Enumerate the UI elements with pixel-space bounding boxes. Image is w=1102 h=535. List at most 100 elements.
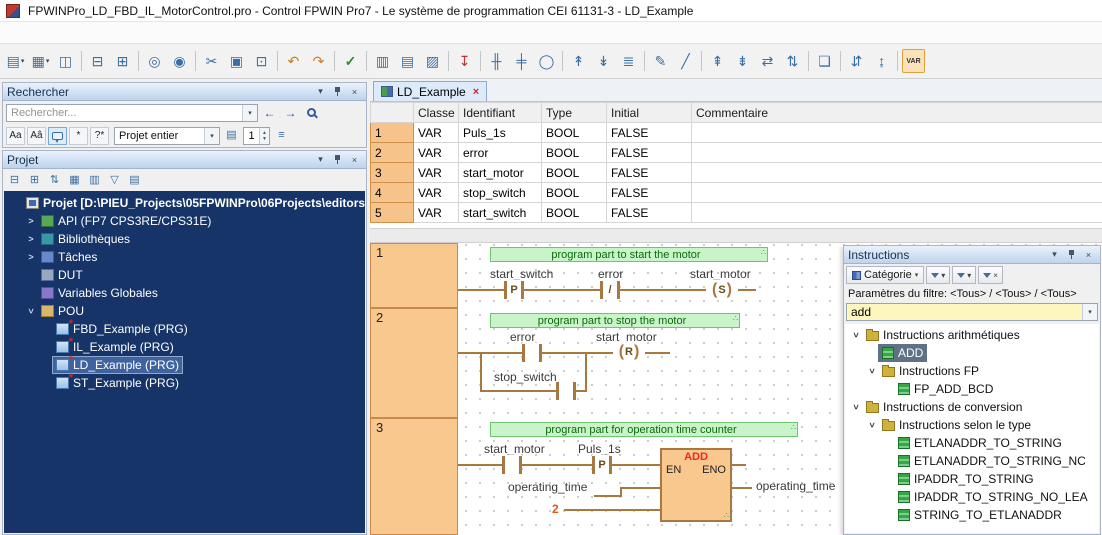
- splitter[interactable]: [370, 228, 1102, 243]
- menu-item[interactable]: [130, 30, 148, 36]
- initial-cell[interactable]: FALSE: [607, 163, 692, 183]
- function-block-add[interactable]: ADD EN ENO ∴: [660, 448, 732, 522]
- io-view-button[interactable]: ↨: [870, 49, 893, 73]
- menu-item[interactable]: [58, 30, 76, 36]
- instruction-tree-item[interactable]: > ETLANADDR_TO_STRING_NC: [845, 452, 1099, 470]
- search-input[interactable]: [7, 107, 242, 119]
- initial-cell[interactable]: FALSE: [607, 143, 692, 163]
- filter-group-button[interactable]: ▾: [926, 266, 950, 284]
- search-scope-combo[interactable]: Projet entier ▾: [114, 127, 220, 145]
- expander-icon[interactable]: >: [851, 401, 861, 413]
- contact-open[interactable]: [502, 455, 522, 475]
- expander-icon[interactable]: >: [25, 252, 37, 262]
- row-number-cell[interactable]: 4: [371, 183, 414, 203]
- project-tree-item[interactable]: > Tâches: [4, 248, 365, 266]
- rung-comment[interactable]: program part for operation time counter …: [490, 422, 798, 437]
- contact-label[interactable]: Puls_1s: [578, 442, 621, 456]
- library-view-button[interactable]: ▦: [65, 171, 84, 189]
- cut-button[interactable]: ✂: [200, 49, 223, 73]
- resize-handle-icon[interactable]: ∴: [733, 314, 738, 323]
- type-cell[interactable]: BOOL: [542, 123, 607, 143]
- expander-icon[interactable]: >: [851, 329, 861, 341]
- insert-network-above-button[interactable]: ↟: [567, 49, 590, 73]
- hardware-view-button[interactable]: ▥: [85, 171, 104, 189]
- category-button[interactable]: Catégorie ▾: [846, 266, 924, 284]
- close-icon[interactable]: ×: [1081, 248, 1096, 262]
- instruction-tree-item[interactable]: > Instructions selon le type: [845, 416, 1099, 434]
- contact-rising-edge[interactable]: P: [592, 455, 612, 475]
- classe-cell[interactable]: VAR: [414, 163, 459, 183]
- find-button[interactable]: ◎: [143, 49, 166, 73]
- chevron-down-icon[interactable]: ▾: [1047, 248, 1062, 262]
- instruction-filter-combo[interactable]: ▾: [846, 303, 1098, 321]
- redo-button[interactable]: ↷: [307, 49, 330, 73]
- initial-cell[interactable]: FALSE: [607, 123, 692, 143]
- type-cell[interactable]: BOOL: [542, 183, 607, 203]
- resize-handle-icon[interactable]: ∴: [724, 511, 729, 520]
- project-tree-item[interactable]: > Projet [D:\PIEU_Projects\05FPWINPro\06…: [4, 194, 365, 212]
- contact-label[interactable]: error: [598, 267, 623, 281]
- tab-ld-example[interactable]: LD_Example ×: [373, 81, 487, 101]
- undo-button[interactable]: ↶: [282, 49, 305, 73]
- line-mode-button[interactable]: ╱: [674, 49, 697, 73]
- project-tree-item[interactable]: > ST_Example (PRG): [4, 374, 365, 392]
- rung-number-cell[interactable]: 2: [370, 308, 458, 418]
- identifiant-cell[interactable]: start_switch: [459, 203, 542, 223]
- menu-item[interactable]: [166, 30, 184, 36]
- rung-number-cell[interactable]: 3: [370, 418, 458, 535]
- print-button[interactable]: ⊟: [86, 49, 109, 73]
- contact-open[interactable]: [522, 343, 542, 363]
- search-go-button[interactable]: [302, 104, 321, 122]
- chevron-down-icon[interactable]: ▾: [1082, 304, 1097, 320]
- expander-icon[interactable]: >: [25, 234, 37, 244]
- commentaire-cell[interactable]: [692, 123, 1102, 143]
- contact-label[interactable]: error: [510, 330, 535, 344]
- row-number-cell[interactable]: 3: [371, 163, 414, 183]
- expander-icon[interactable]: >: [867, 419, 877, 431]
- project-tree-item[interactable]: > POU: [4, 302, 365, 320]
- type-cell[interactable]: BOOL: [542, 163, 607, 183]
- filter-clear-button[interactable]: ×: [978, 266, 1003, 284]
- contact-label[interactable]: start_motor: [484, 442, 545, 456]
- pin-icon[interactable]: [1064, 248, 1079, 262]
- insert-network-below-button[interactable]: ↡: [592, 49, 615, 73]
- coil-set[interactable]: (S): [706, 280, 738, 300]
- coil-reset[interactable]: (R): [613, 342, 645, 362]
- menu-item[interactable]: [112, 30, 130, 36]
- spinner-arrows[interactable]: ▲▼: [259, 128, 269, 144]
- sort-button[interactable]: ⇅: [45, 171, 64, 189]
- rung-number-cell[interactable]: 1: [370, 243, 458, 308]
- match-case-button[interactable]: Aa: [6, 127, 25, 145]
- open-contact-button[interactable]: ╫: [485, 49, 508, 73]
- identifiant-cell[interactable]: start_motor: [459, 163, 542, 183]
- expand-all-button[interactable]: ⊞: [25, 171, 44, 189]
- row-number-cell[interactable]: 5: [371, 203, 414, 223]
- identifiant-cell[interactable]: Puls_1s: [459, 123, 542, 143]
- close-icon[interactable]: ×: [347, 153, 362, 167]
- menu-item[interactable]: [4, 30, 22, 36]
- find-in-project-button[interactable]: ◉: [168, 49, 191, 73]
- commentaire-cell[interactable]: [692, 163, 1102, 183]
- scope-browse-button[interactable]: ▤: [222, 127, 241, 145]
- result-count-spinner[interactable]: 1 ▲▼: [243, 127, 270, 145]
- contact-negated[interactable]: /: [600, 280, 620, 300]
- filter-type-button[interactable]: ▾: [952, 266, 976, 284]
- instruction-tree-item[interactable]: > Instructions arithmétiques: [845, 326, 1099, 344]
- classe-cell[interactable]: VAR: [414, 183, 459, 203]
- monitor-down-button[interactable]: ⇟: [731, 49, 754, 73]
- project-tree-item[interactable]: > Variables Globales: [4, 284, 365, 302]
- compare-button[interactable]: ⇅: [781, 49, 804, 73]
- open-project-button[interactable]: ▦: [29, 49, 52, 73]
- collapse-all-button[interactable]: ⊟: [5, 171, 24, 189]
- contact-label[interactable]: start_switch: [490, 267, 553, 281]
- instruction-tree-item[interactable]: > IPADDR_TO_STRING: [845, 470, 1099, 488]
- settings-button[interactable]: ▤: [125, 171, 144, 189]
- new-file-button[interactable]: ▤: [4, 49, 27, 73]
- filter-button[interactable]: ▽: [105, 171, 124, 189]
- header-type[interactable]: Type: [542, 103, 607, 123]
- project-tree-item[interactable]: > Bibliothèques: [4, 230, 365, 248]
- chevron-down-icon[interactable]: ▾: [313, 85, 328, 99]
- coil-button[interactable]: ◯: [535, 49, 558, 73]
- save-button[interactable]: ◫: [54, 49, 77, 73]
- closed-contact-button[interactable]: ╪: [510, 49, 533, 73]
